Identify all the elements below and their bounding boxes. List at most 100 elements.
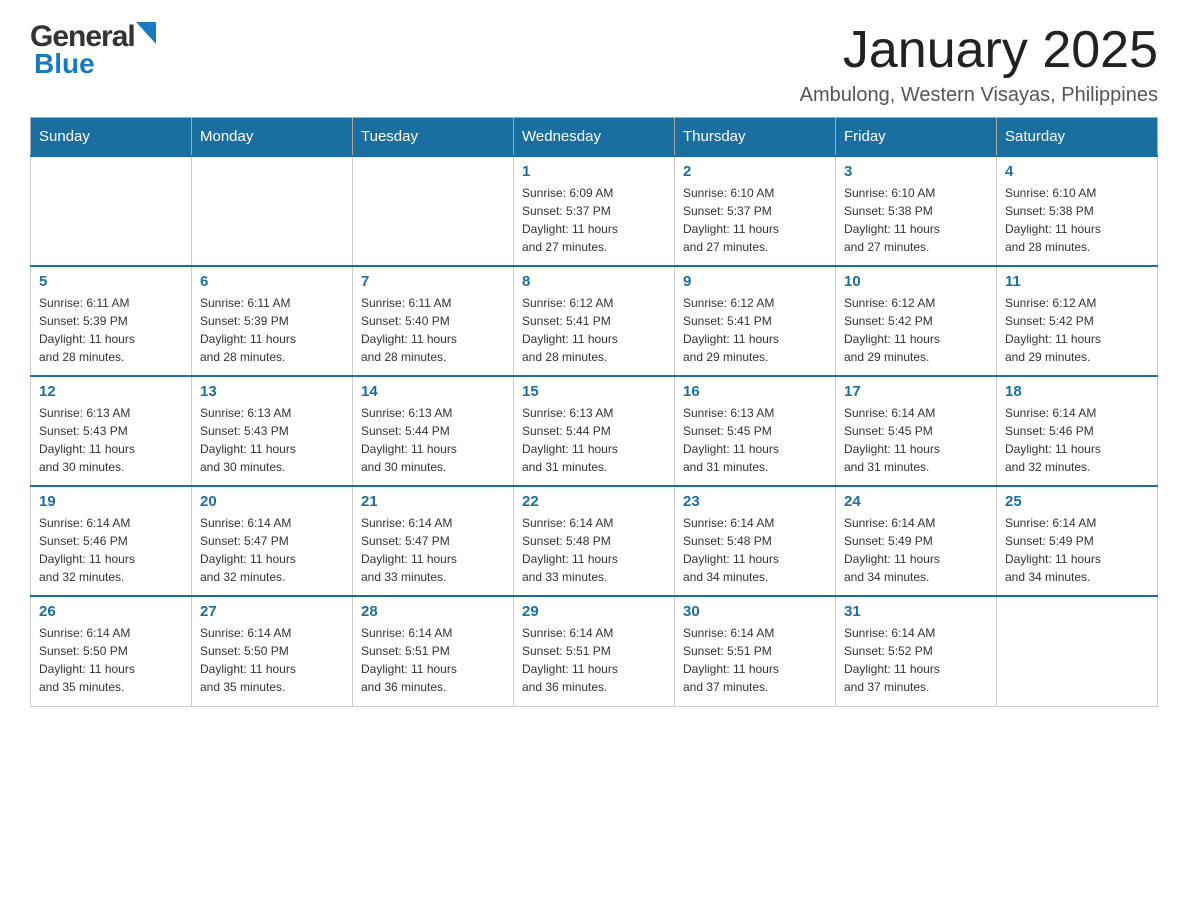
page-header: General Blue January 2025 Ambulong, West… [30, 20, 1158, 107]
calendar-cell [192, 156, 353, 266]
day-number: 5 [39, 273, 183, 290]
logo: General Blue [30, 20, 156, 80]
calendar-cell: 4 Sunrise: 6:10 AM Sunset: 5:38 PM Daylig… [997, 156, 1158, 266]
day-number: 31 [844, 603, 988, 620]
calendar-week-row: 26Sunrise: 6:14 AM Sunset: 5:50 PM Dayli… [31, 596, 1158, 706]
day-info: Sunrise: 6:11 AM Sunset: 5:39 PM Dayligh… [200, 294, 344, 366]
calendar-cell: 7 Sunrise: 6:11 AM Sunset: 5:40 PM Daylig… [353, 266, 514, 376]
logo-blue-text: Blue [34, 48, 95, 80]
day-info: Sunrise: 6:14 AM Sunset: 5:45 PM Dayligh… [844, 404, 988, 476]
day-number: 22 [522, 493, 666, 510]
calendar-cell: 5Sunrise: 6:11 AM Sunset: 5:39 PM Daylig… [31, 266, 192, 376]
calendar-cell: 15 Sunrise: 6:13 AM Sunset: 5:44 PM Dayli… [514, 376, 675, 486]
calendar-cell: 6 Sunrise: 6:11 AM Sunset: 5:39 PM Daylig… [192, 266, 353, 376]
day-info: Sunrise: 6:13 AM Sunset: 5:44 PM Dayligh… [361, 404, 505, 476]
calendar-cell: 21Sunrise: 6:14 AM Sunset: 5:47 PM Dayli… [353, 486, 514, 596]
calendar-header-row: SundayMondayTuesdayWednesdayThursdayFrid… [31, 118, 1158, 157]
calendar-week-row: 12 Sunrise: 6:13 AM Sunset: 5:43 PM Dayli… [31, 376, 1158, 486]
day-info: Sunrise: 6:10 AM Sunset: 5:37 PM Dayligh… [683, 184, 827, 256]
day-info: Sunrise: 6:13 AM Sunset: 5:44 PM Dayligh… [522, 404, 666, 476]
day-info: Sunrise: 6:14 AM Sunset: 5:51 PM Dayligh… [522, 624, 666, 696]
day-number: 11 [1005, 273, 1149, 290]
day-number: 16 [683, 383, 827, 400]
calendar-week-row: 5 Sunrise: 6:11 AM Sunset: 5:39 PM Daylig… [31, 266, 1158, 376]
calendar-cell [997, 596, 1158, 706]
day-info: Sunrise: 6:14 AM Sunset: 5:49 PM Dayligh… [844, 514, 988, 586]
day-number: 28 [361, 603, 505, 620]
calendar-cell: 22 Sunrise: 6:14 AM Sunset: 5:48 PM Dayli… [514, 486, 675, 596]
calendar-cell: 3Sunrise: 6:10 AM Sunset: 5:38 PM Daylig… [836, 156, 997, 266]
day-number: 17 [844, 383, 988, 400]
logo-triangle-icon [136, 22, 156, 44]
calendar-cell: 16 Sunrise: 6:13 AM Sunset: 5:45 PM Dayli… [675, 376, 836, 486]
day-info: Sunrise: 6:14 AM Sunset: 5:51 PM Dayligh… [361, 624, 505, 696]
calendar-cell: 20 Sunrise: 6:14 AM Sunset: 5:47 PM Dayli… [192, 486, 353, 596]
day-number: 12 [39, 383, 183, 400]
day-number: 6 [200, 273, 344, 290]
day-number: 20 [200, 493, 344, 510]
title-section: January 2025 Ambulong, Western Visayas, … [800, 20, 1158, 107]
day-header-wednesday: Wednesday [514, 118, 675, 157]
calendar-cell: 28 Sunrise: 6:14 AM Sunset: 5:51 PM Dayli… [353, 596, 514, 706]
day-info: Sunrise: 6:10 AM Sunset: 5:38 PM Dayligh… [1005, 184, 1149, 256]
day-number: 9 [683, 273, 827, 290]
calendar-cell: 2Sunrise: 6:10 AM Sunset: 5:37 PM Daylig… [675, 156, 836, 266]
day-info: Sunrise: 6:14 AM Sunset: 5:46 PM Dayligh… [39, 514, 183, 586]
calendar-cell: 23 Sunrise: 6:14 AM Sunset: 5:48 PM Dayli… [675, 486, 836, 596]
calendar-cell: 29Sunrise: 6:14 AM Sunset: 5:51 PM Dayli… [514, 596, 675, 706]
calendar-cell: 9Sunrise: 6:12 AM Sunset: 5:41 PM Daylig… [675, 266, 836, 376]
day-info: Sunrise: 6:14 AM Sunset: 5:47 PM Dayligh… [361, 514, 505, 586]
day-info: Sunrise: 6:14 AM Sunset: 5:49 PM Dayligh… [1005, 514, 1149, 586]
calendar-table: SundayMondayTuesdayWednesdayThursdayFrid… [30, 117, 1158, 707]
day-info: Sunrise: 6:14 AM Sunset: 5:48 PM Dayligh… [522, 514, 666, 586]
day-info: Sunrise: 6:14 AM Sunset: 5:46 PM Dayligh… [1005, 404, 1149, 476]
calendar-cell: 14Sunrise: 6:13 AM Sunset: 5:44 PM Dayli… [353, 376, 514, 486]
day-number: 15 [522, 383, 666, 400]
day-number: 30 [683, 603, 827, 620]
calendar-cell: 31Sunrise: 6:14 AM Sunset: 5:52 PM Dayli… [836, 596, 997, 706]
calendar-cell: 19 Sunrise: 6:14 AM Sunset: 5:46 PM Dayli… [31, 486, 192, 596]
calendar-cell: 30 Sunrise: 6:14 AM Sunset: 5:51 PM Dayli… [675, 596, 836, 706]
day-info: Sunrise: 6:13 AM Sunset: 5:45 PM Dayligh… [683, 404, 827, 476]
day-header-sunday: Sunday [31, 118, 192, 157]
day-number: 13 [200, 383, 344, 400]
day-header-tuesday: Tuesday [353, 118, 514, 157]
day-number: 4 [1005, 163, 1149, 180]
calendar-cell: 1Sunrise: 6:09 AM Sunset: 5:37 PM Daylig… [514, 156, 675, 266]
day-number: 7 [361, 273, 505, 290]
day-number: 24 [844, 493, 988, 510]
day-info: Sunrise: 6:12 AM Sunset: 5:42 PM Dayligh… [844, 294, 988, 366]
day-number: 18 [1005, 383, 1149, 400]
day-header-friday: Friday [836, 118, 997, 157]
day-info: Sunrise: 6:11 AM Sunset: 5:40 PM Dayligh… [361, 294, 505, 366]
day-info: Sunrise: 6:10 AM Sunset: 5:38 PM Dayligh… [844, 184, 988, 256]
calendar-cell: 26Sunrise: 6:14 AM Sunset: 5:50 PM Dayli… [31, 596, 192, 706]
calendar-week-row: 19 Sunrise: 6:14 AM Sunset: 5:46 PM Dayli… [31, 486, 1158, 596]
calendar-cell [353, 156, 514, 266]
calendar-cell: 12 Sunrise: 6:13 AM Sunset: 5:43 PM Dayli… [31, 376, 192, 486]
day-number: 27 [200, 603, 344, 620]
day-info: Sunrise: 6:14 AM Sunset: 5:48 PM Dayligh… [683, 514, 827, 586]
day-number: 19 [39, 493, 183, 510]
day-info: Sunrise: 6:14 AM Sunset: 5:47 PM Dayligh… [200, 514, 344, 586]
calendar-cell: 10Sunrise: 6:12 AM Sunset: 5:42 PM Dayli… [836, 266, 997, 376]
calendar-cell: 18 Sunrise: 6:14 AM Sunset: 5:46 PM Dayli… [997, 376, 1158, 486]
calendar-cell: 25 Sunrise: 6:14 AM Sunset: 5:49 PM Dayli… [997, 486, 1158, 596]
calendar-cell: 13Sunrise: 6:13 AM Sunset: 5:43 PM Dayli… [192, 376, 353, 486]
calendar-cell [31, 156, 192, 266]
day-info: Sunrise: 6:12 AM Sunset: 5:41 PM Dayligh… [522, 294, 666, 366]
day-info: Sunrise: 6:14 AM Sunset: 5:51 PM Dayligh… [683, 624, 827, 696]
day-number: 8 [522, 273, 666, 290]
day-info: Sunrise: 6:09 AM Sunset: 5:37 PM Dayligh… [522, 184, 666, 256]
day-number: 23 [683, 493, 827, 510]
calendar-cell: 11Sunrise: 6:12 AM Sunset: 5:42 PM Dayli… [997, 266, 1158, 376]
day-info: Sunrise: 6:13 AM Sunset: 5:43 PM Dayligh… [39, 404, 183, 476]
location-subtitle: Ambulong, Western Visayas, Philippines [800, 84, 1158, 107]
calendar-cell: 8 Sunrise: 6:12 AM Sunset: 5:41 PM Daylig… [514, 266, 675, 376]
day-header-monday: Monday [192, 118, 353, 157]
month-title: January 2025 [800, 20, 1158, 80]
day-header-thursday: Thursday [675, 118, 836, 157]
day-header-saturday: Saturday [997, 118, 1158, 157]
day-number: 25 [1005, 493, 1149, 510]
calendar-week-row: 1Sunrise: 6:09 AM Sunset: 5:37 PM Daylig… [31, 156, 1158, 266]
